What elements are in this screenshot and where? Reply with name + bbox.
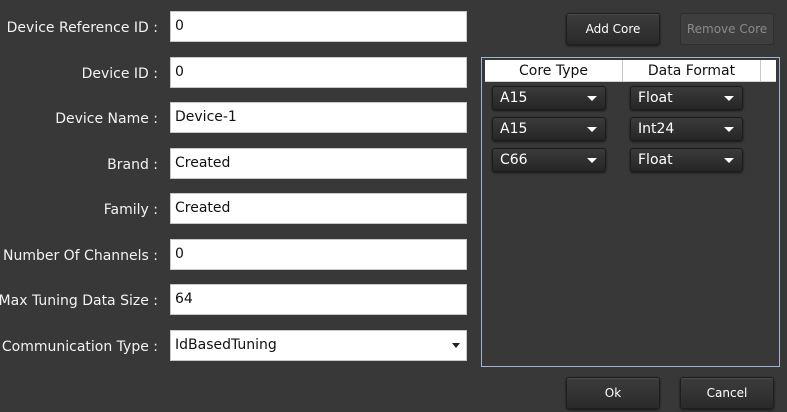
cores-grid-header: Core Type Data Format bbox=[485, 60, 776, 82]
core-type-dropdown[interactable]: C66 bbox=[492, 148, 606, 172]
ok-button[interactable]: Ok bbox=[566, 377, 660, 409]
cores-grid: Core Type Data Format A15 Float A15 Int2… bbox=[481, 57, 780, 367]
data-format-dropdown[interactable]: Int24 bbox=[630, 117, 743, 141]
remove-core-button[interactable]: Remove Core bbox=[680, 13, 774, 45]
chevron-down-icon bbox=[587, 127, 597, 132]
device-reference-id-input[interactable]: 0 bbox=[170, 11, 467, 42]
max-tuning-data-size-label: Max Tuning Data Size : bbox=[0, 293, 158, 309]
core-type-column-header[interactable]: Core Type bbox=[485, 60, 623, 82]
device-reference-id-label: Device Reference ID : bbox=[6, 20, 158, 36]
brand-input[interactable]: Created bbox=[170, 148, 467, 179]
data-format-value: Int24 bbox=[638, 121, 675, 137]
chevron-down-icon bbox=[587, 158, 597, 163]
device-id-input[interactable]: 0 bbox=[170, 57, 467, 88]
number-of-channels-input[interactable]: 0 bbox=[170, 239, 467, 270]
communication-type-label: Communication Type : bbox=[1, 339, 158, 355]
core-type-dropdown[interactable]: A15 bbox=[492, 86, 606, 110]
core-type-dropdown[interactable]: A15 bbox=[492, 117, 606, 141]
data-format-column-header[interactable]: Data Format bbox=[623, 60, 761, 82]
chevron-down-icon bbox=[587, 96, 597, 101]
data-format-value: Float bbox=[638, 90, 673, 106]
device-id-label: Device ID : bbox=[81, 66, 158, 82]
communication-type-select[interactable]: IdBasedTuning bbox=[170, 330, 467, 361]
chevron-down-icon bbox=[724, 158, 734, 163]
data-format-value: Float bbox=[638, 152, 673, 168]
cancel-button[interactable]: Cancel bbox=[680, 377, 774, 409]
data-format-dropdown[interactable]: Float bbox=[630, 148, 743, 172]
core-type-value: A15 bbox=[500, 121, 528, 137]
chevron-down-icon bbox=[724, 127, 734, 132]
device-name-input[interactable]: Device-1 bbox=[170, 102, 467, 133]
core-type-value: C66 bbox=[500, 152, 528, 168]
chevron-down-icon bbox=[452, 343, 460, 348]
chevron-down-icon bbox=[724, 96, 734, 101]
max-tuning-data-size-input[interactable]: 64 bbox=[170, 284, 467, 315]
brand-label: Brand : bbox=[107, 157, 158, 173]
communication-type-value: IdBasedTuning bbox=[175, 337, 277, 353]
data-format-dropdown[interactable]: Float bbox=[630, 86, 743, 110]
device-name-label: Device Name : bbox=[55, 111, 158, 127]
family-input[interactable]: Created bbox=[170, 193, 467, 224]
core-type-value: A15 bbox=[500, 90, 528, 106]
number-of-channels-label: Number Of Channels : bbox=[2, 248, 158, 264]
add-core-button[interactable]: Add Core bbox=[566, 13, 660, 45]
family-label: Family : bbox=[103, 202, 158, 218]
